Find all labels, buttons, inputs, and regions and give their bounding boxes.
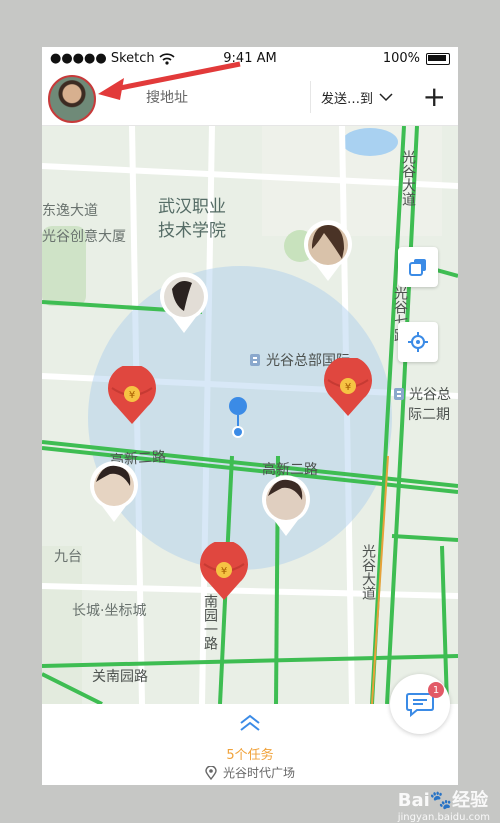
map-view[interactable]: 武汉职业 技术学院 东逸大道 光谷创意大厦 光谷总部国际 光谷总 际二期 高新二… bbox=[42, 126, 458, 704]
locate-button[interactable] bbox=[398, 322, 438, 362]
current-location: 光谷时代广场 bbox=[42, 764, 458, 781]
svg-text:¥: ¥ bbox=[221, 566, 227, 577]
label-guanggu-creative: 光谷创意大厦 bbox=[42, 229, 126, 245]
person-marker[interactable] bbox=[158, 271, 210, 335]
label-guanggu-avenue-top: 光谷大道 bbox=[400, 150, 416, 206]
label-jiutai: 九台 bbox=[54, 549, 82, 565]
svg-text:¥: ¥ bbox=[345, 382, 351, 393]
chevron-down-icon bbox=[379, 93, 393, 102]
red-packet-marker[interactable]: ¥ bbox=[322, 358, 374, 418]
label-dongyi-avenue: 东逸大道 bbox=[42, 203, 98, 219]
label-wuhan-vocational-1: 武汉职业 bbox=[158, 197, 226, 217]
current-location-text: 光谷时代广场 bbox=[222, 766, 295, 780]
send-to-label: 发送…到 bbox=[321, 91, 374, 107]
layers-icon bbox=[409, 259, 426, 276]
plus-icon[interactable]: + bbox=[423, 83, 446, 111]
red-packet-marker[interactable]: ¥ bbox=[106, 366, 158, 426]
watermark-brand: Bai🐾经验 bbox=[397, 790, 489, 811]
building-icon bbox=[394, 388, 404, 400]
label-wuhan-vocational-2: 技术学院 bbox=[158, 221, 226, 241]
current-location-pin bbox=[229, 397, 247, 438]
person-marker[interactable] bbox=[88, 460, 140, 524]
label-guanggu-hq2-2: 际二期 bbox=[408, 407, 450, 423]
label-guanggu-avenue-bottom: 光谷大道 bbox=[360, 544, 376, 600]
label-guanggu-hq2-1: 光谷总 bbox=[392, 384, 451, 404]
label-nanyuan-road: 南园一路 bbox=[202, 594, 218, 650]
label-changcheng: 长城·坐标城 bbox=[72, 603, 147, 619]
phone-screen: ●●●●● Sketch 9:41 AM 100% 搜地址 发送…到 + 武汉职… bbox=[42, 47, 458, 785]
battery-icon bbox=[426, 52, 450, 65]
building-icon bbox=[250, 354, 260, 366]
person-marker[interactable] bbox=[260, 474, 312, 538]
person-marker[interactable] bbox=[302, 219, 354, 283]
location-pin-icon bbox=[205, 765, 217, 780]
layers-button[interactable] bbox=[398, 247, 438, 287]
baidu-watermark: Bai🐾经验 jingyan.baidu.com bbox=[398, 786, 490, 823]
message-button[interactable]: 1 bbox=[390, 674, 450, 734]
message-badge: 1 bbox=[428, 682, 444, 698]
label-guannan-road: 关南园路 bbox=[92, 669, 148, 685]
label-guanggu-hq2-line1: 光谷总 bbox=[409, 387, 451, 403]
send-to-selector[interactable]: 发送…到 bbox=[310, 81, 393, 113]
crosshair-icon bbox=[408, 332, 428, 352]
red-packet-marker[interactable]: ¥ bbox=[198, 542, 250, 602]
chevron-up-icon[interactable] bbox=[238, 714, 262, 732]
svg-text:¥: ¥ bbox=[129, 390, 135, 401]
user-avatar[interactable] bbox=[48, 75, 96, 123]
battery-percent: 100% bbox=[382, 51, 420, 66]
watermark-domain: jingyan.baidu.com bbox=[397, 812, 490, 823]
battery-group: 100% bbox=[383, 51, 450, 66]
annotation-arrow bbox=[98, 61, 241, 100]
tasks-count[interactable]: 5个任务 bbox=[42, 744, 458, 763]
